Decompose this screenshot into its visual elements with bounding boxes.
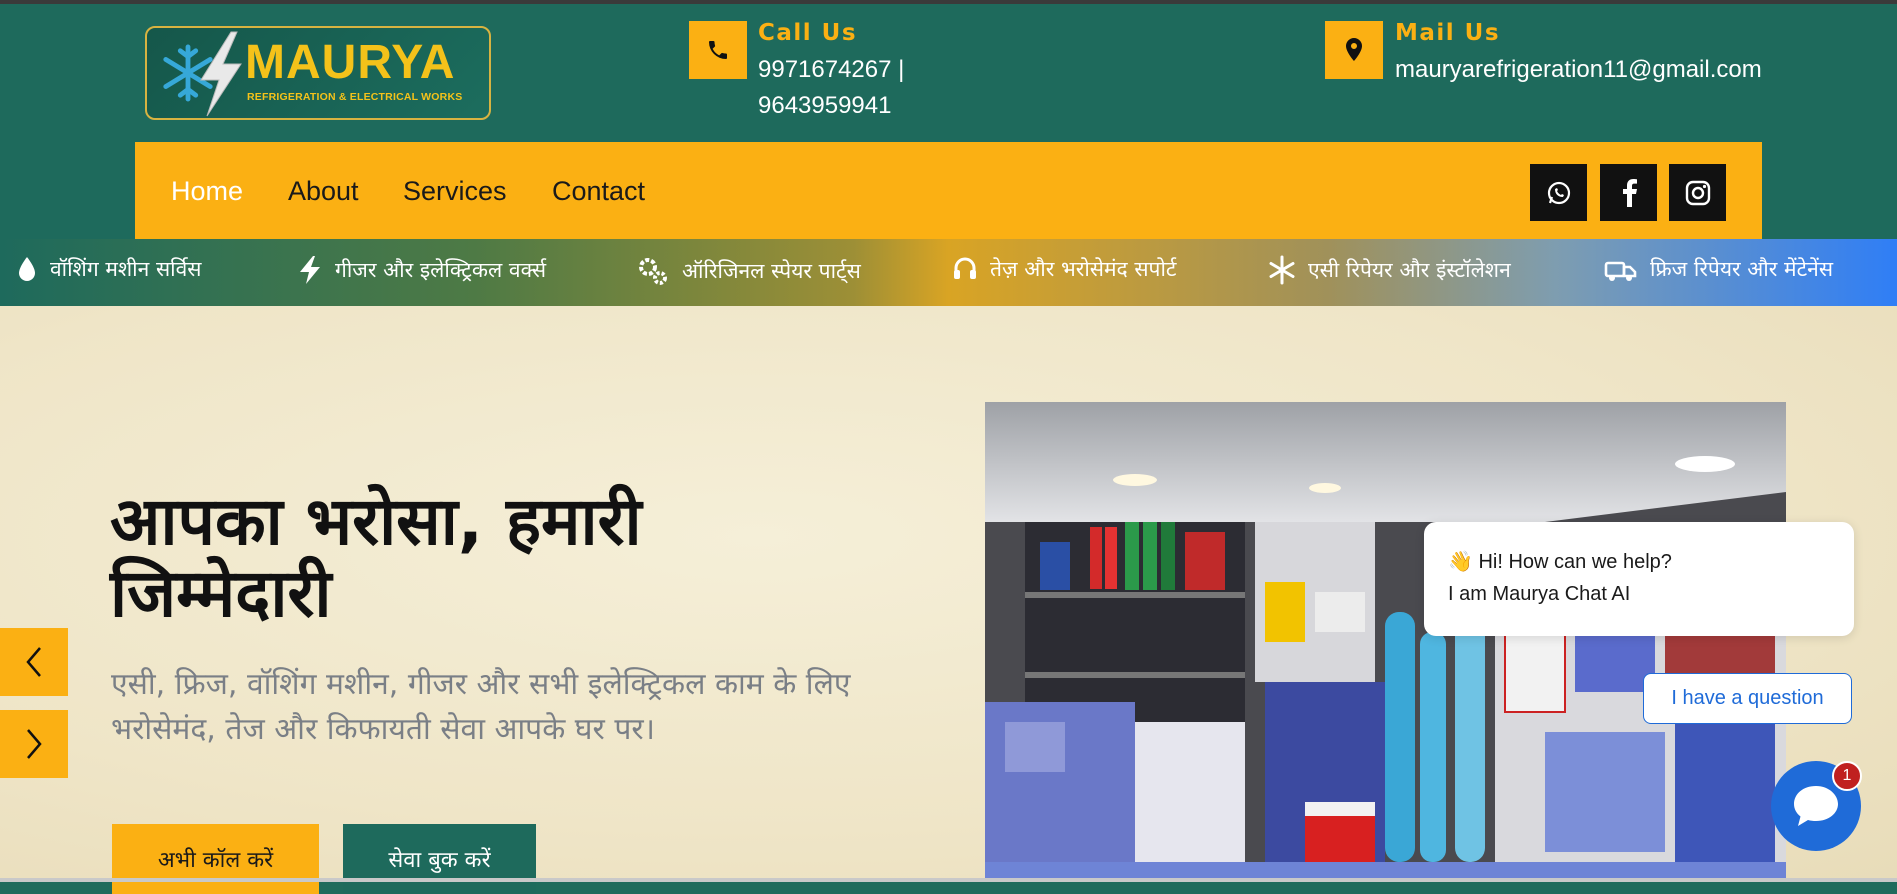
shop-photo <box>985 402 1786 882</box>
phone-number-2[interactable]: 9643959941 <box>758 88 891 124</box>
truck-icon <box>1604 261 1637 281</box>
hero-title-line-2: जिम्मेदारी <box>110 555 332 632</box>
slider-next-button[interactable] <box>0 710 68 778</box>
mail-title: Mail Us <box>1395 20 1501 46</box>
whatsapp-icon[interactable] <box>1530 164 1587 221</box>
chat-question-button[interactable]: I have a question <box>1643 673 1852 724</box>
slider-prev-button[interactable] <box>0 628 68 696</box>
ticker-label: फ्रिज रिपेयर और मेंटेनेंस <box>1650 257 1834 281</box>
hero-subtitle-line-2: भरोसेमंद, तेज और किफायती सेवा आपके घर पर… <box>111 712 656 747</box>
ticker-item: ऑरिजिनल स्पेयर पार्ट्स <box>636 255 861 287</box>
nav-home[interactable]: Home <box>171 176 243 207</box>
brand-tagline: REFRIGERATION & ELECTRICAL WORKS <box>247 91 463 103</box>
chat-greeting: 👋 Hi! How can we help? <box>1448 551 1672 573</box>
email-address[interactable]: mauryarefrigeration11@gmail.com <box>1395 52 1762 88</box>
chat-intro: I am Maurya Chat AI <box>1448 583 1631 605</box>
facebook-icon[interactable] <box>1600 164 1657 221</box>
map-pin-icon <box>1325 21 1383 79</box>
book-service-button[interactable]: सेवा बुक करें <box>343 824 536 894</box>
chat-icon <box>1794 786 1838 826</box>
ticker-item: तेज़ और भरोसेमंद सपोर्ट <box>952 255 1177 283</box>
ticker-label: ऑरिजिनल स्पेयर पार्ट्स <box>682 259 861 283</box>
call-title: Call Us <box>758 20 858 46</box>
instagram-icon[interactable] <box>1669 164 1726 221</box>
brand-name: MAURYA <box>245 36 456 89</box>
headset-icon <box>954 257 976 279</box>
lightning-icon <box>300 256 320 284</box>
nav-contact[interactable]: Contact <box>552 176 645 207</box>
nav-services[interactable]: Services <box>403 176 507 207</box>
hero-title: आपका भरोसा, हमारी जिम्मेदारी <box>110 486 790 630</box>
chevron-left-icon <box>26 647 41 677</box>
chevron-right-icon <box>27 729 42 759</box>
shop-photo-illustration <box>985 402 1786 882</box>
chat-greeting-bubble[interactable]: 👋 Hi! How can we help? I am Maurya Chat … <box>1424 522 1854 636</box>
ticker-label: तेज़ और भरोसेमंद सपोर्ट <box>990 257 1177 281</box>
ticker-label: एसी रिपेयर और इंस्टॉलेशन <box>1308 258 1511 282</box>
services-ticker: वॉशिंग मशीन सर्विस गीजर और इलेक्ट्रिकल व… <box>0 239 1897 306</box>
site-header: MAURYA REFRIGERATION & ELECTRICAL WORKS … <box>0 0 1897 243</box>
water-drop-icon <box>19 257 35 281</box>
snowflake-icon <box>1269 255 1295 285</box>
hero-subtitle: एसी, फ्रिज, वॉशिंग मशीन, गीजर और सभी इले… <box>111 662 911 752</box>
hero-title-line-1: आपका भरोसा, हमारी <box>110 483 642 560</box>
lightning-logo-icon <box>200 31 242 117</box>
ticker-item: वॉशिंग मशीन सर्विस <box>16 255 201 283</box>
ticker-label: गीजर और इलेक्ट्रिकल वर्क्स <box>335 258 547 282</box>
ticker-label: वॉशिंग मशीन सर्विस <box>50 257 202 281</box>
gears-icon <box>639 258 667 285</box>
call-now-button[interactable]: अभी कॉल करें <box>112 824 319 894</box>
bottom-divider <box>0 878 1897 882</box>
notification-badge: 1 <box>1832 761 1862 791</box>
nav-about[interactable]: About <box>288 176 359 207</box>
ticker-item: गीजर और इलेक्ट्रिकल वर्क्स <box>297 255 546 285</box>
ticker-item: एसी रिपेयर और इंस्टॉलेशन <box>1268 255 1511 285</box>
phone-icon <box>689 21 747 79</box>
brand-logo[interactable]: MAURYA REFRIGERATION & ELECTRICAL WORKS <box>145 26 491 120</box>
hero-subtitle-line-1: एसी, फ्रिज, वॉशिंग मशीन, गीजर और सभी इले… <box>111 667 851 702</box>
main-nav: Home About Services Contact <box>135 142 1762 243</box>
phone-number-1[interactable]: 9971674267 | <box>758 52 904 88</box>
ticker-item: फ्रिज रिपेयर और मेंटेनेंस <box>1604 255 1833 283</box>
